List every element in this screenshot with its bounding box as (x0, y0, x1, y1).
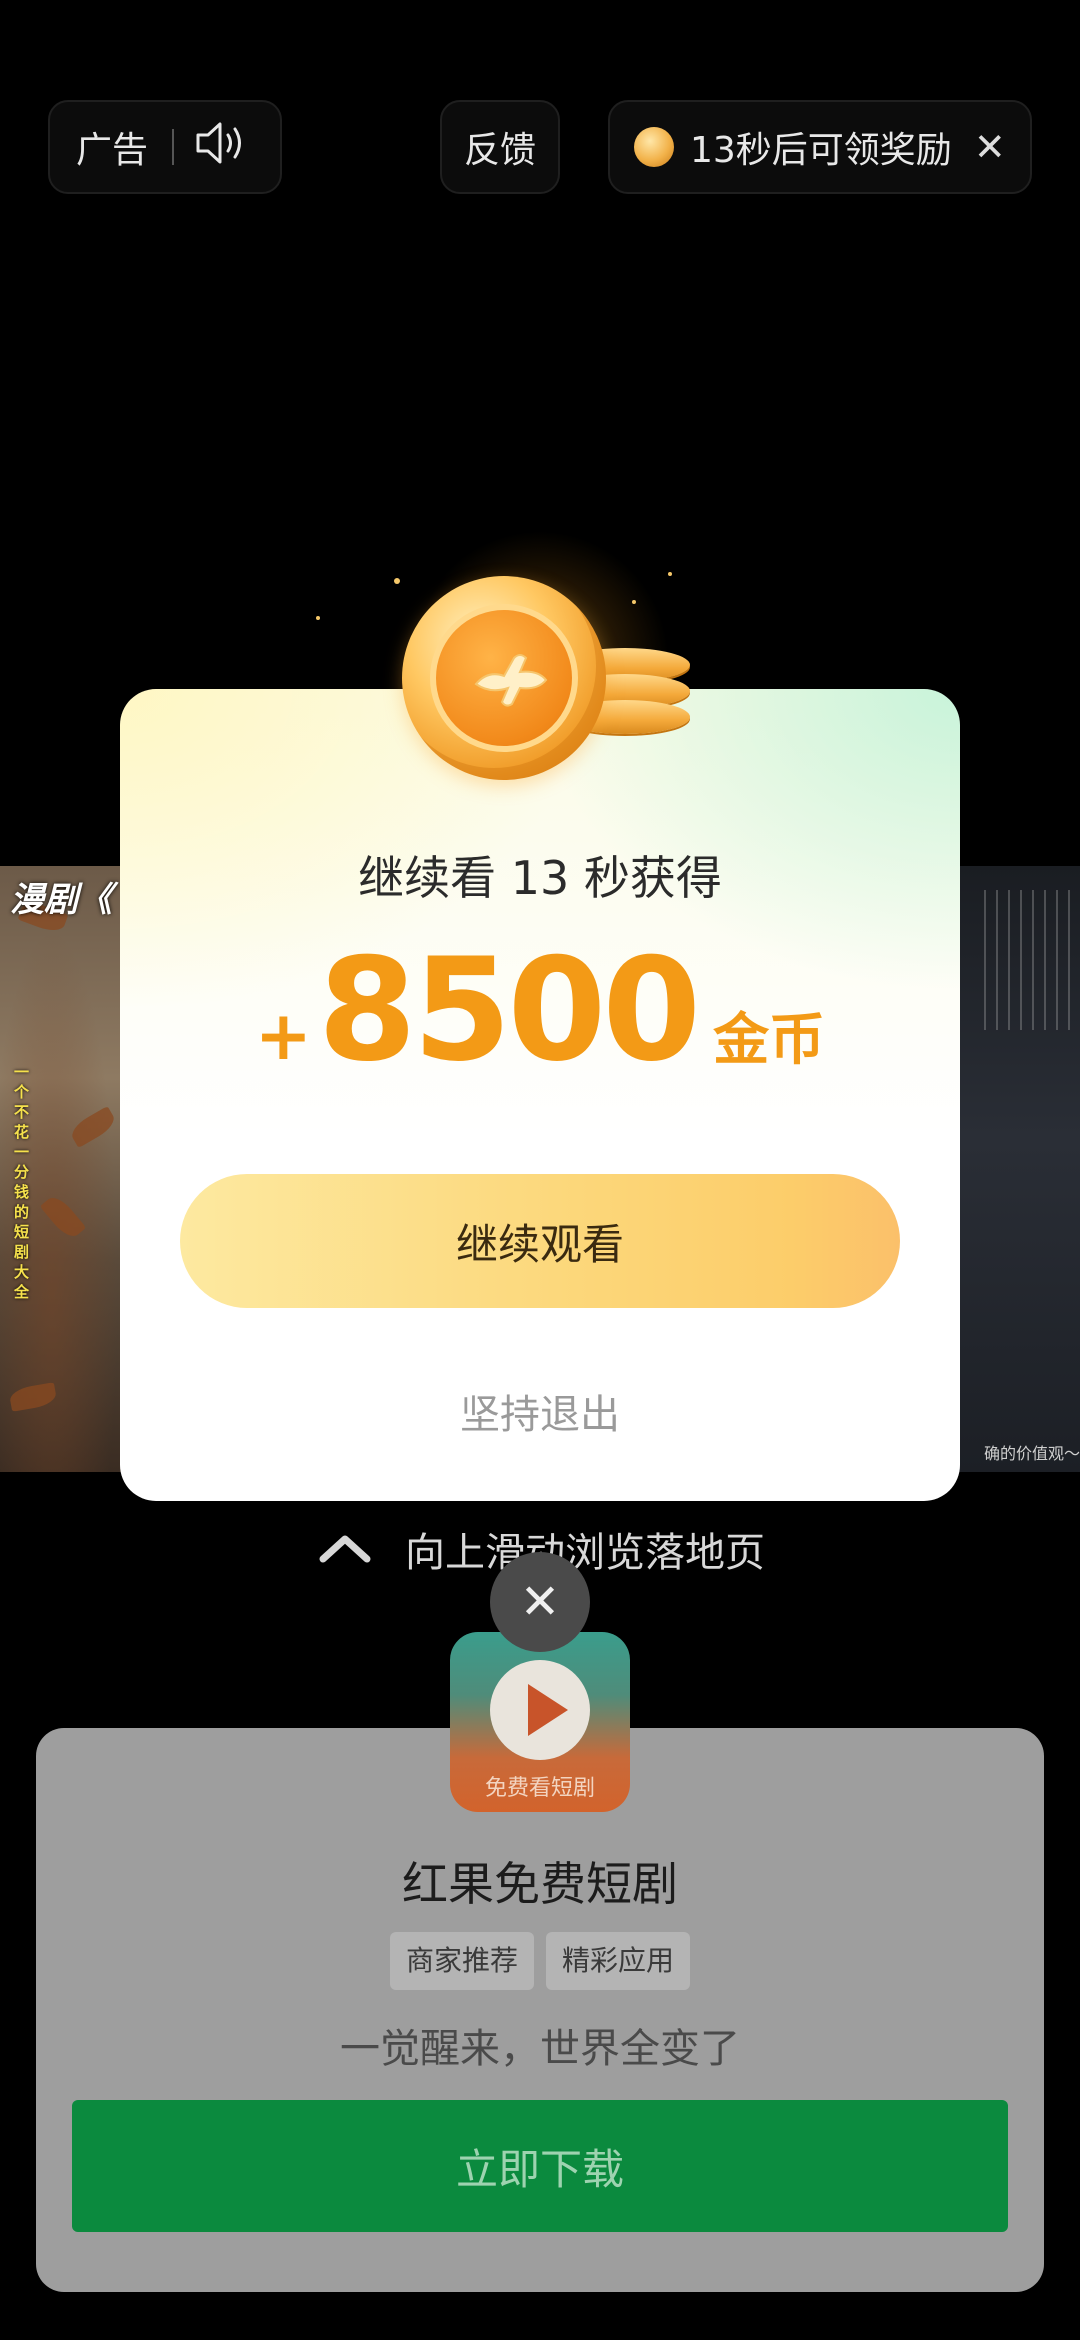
ad-badge: 广告 (48, 100, 282, 194)
leaf-decoration (67, 1105, 119, 1149)
ad-label: 广告 (76, 130, 149, 171)
tag-merchant-recommend: 商家推荐 (389, 1932, 534, 1990)
amount-unit: 金币 (713, 1008, 826, 1073)
download-button[interactable]: 立即下载 (72, 2100, 1008, 2232)
amount-value: 8500 (317, 928, 701, 1093)
sparkle (668, 572, 672, 576)
video-vertical-text: 一个不花一分钱的短剧大全 (14, 1063, 30, 1301)
reward-amount: + 8500 金币 (0, 940, 1080, 1082)
reward-countdown-pill: 13秒后可领奖励 ✕ (608, 100, 1032, 194)
app-name: 红果免费短剧 (402, 1857, 678, 1911)
play-icon (528, 1684, 568, 1736)
app-icon[interactable]: 免费看短剧 (450, 1632, 630, 1812)
amount-prefix: + (254, 997, 312, 1076)
sparkle (316, 616, 320, 620)
reward-countdown-text: 13秒后可领奖励 (690, 130, 952, 171)
reward-subtitle: 继续看 13 秒获得 (358, 851, 722, 905)
close-card-icon[interactable]: ✕ (490, 1552, 590, 1652)
tag-featured-app: 精彩应用 (546, 1932, 691, 1990)
feedback-button[interactable]: 反馈 (440, 100, 560, 194)
app-icon-label: 免费看短剧 (484, 1776, 595, 1801)
video-caption: 确的价值观～ (983, 1444, 1080, 1463)
speaker-icon[interactable] (194, 120, 248, 175)
app-slogan: 一觉醒来，世界全变了 (340, 2026, 740, 2072)
swipe-hint-text: 向上滑动浏览落地页 (405, 1530, 765, 1576)
close-icon[interactable]: ✕ (974, 125, 1006, 169)
quit-link[interactable]: 坚持退出 (0, 1382, 1080, 1440)
gold-coin-icon (402, 576, 606, 780)
divider (172, 129, 175, 165)
leaf-decoration (39, 1192, 87, 1242)
app-tags: 商家推荐 精彩应用 (0, 1932, 1080, 1990)
sparkle (394, 578, 400, 584)
sparkle (632, 600, 636, 604)
feedback-label: 反馈 (463, 130, 536, 171)
coin-icon (634, 127, 674, 167)
reward-dialog (120, 689, 960, 1501)
continue-watching-button[interactable]: 继续观看 (180, 1174, 900, 1308)
chevron-up-icon (319, 1535, 371, 1563)
